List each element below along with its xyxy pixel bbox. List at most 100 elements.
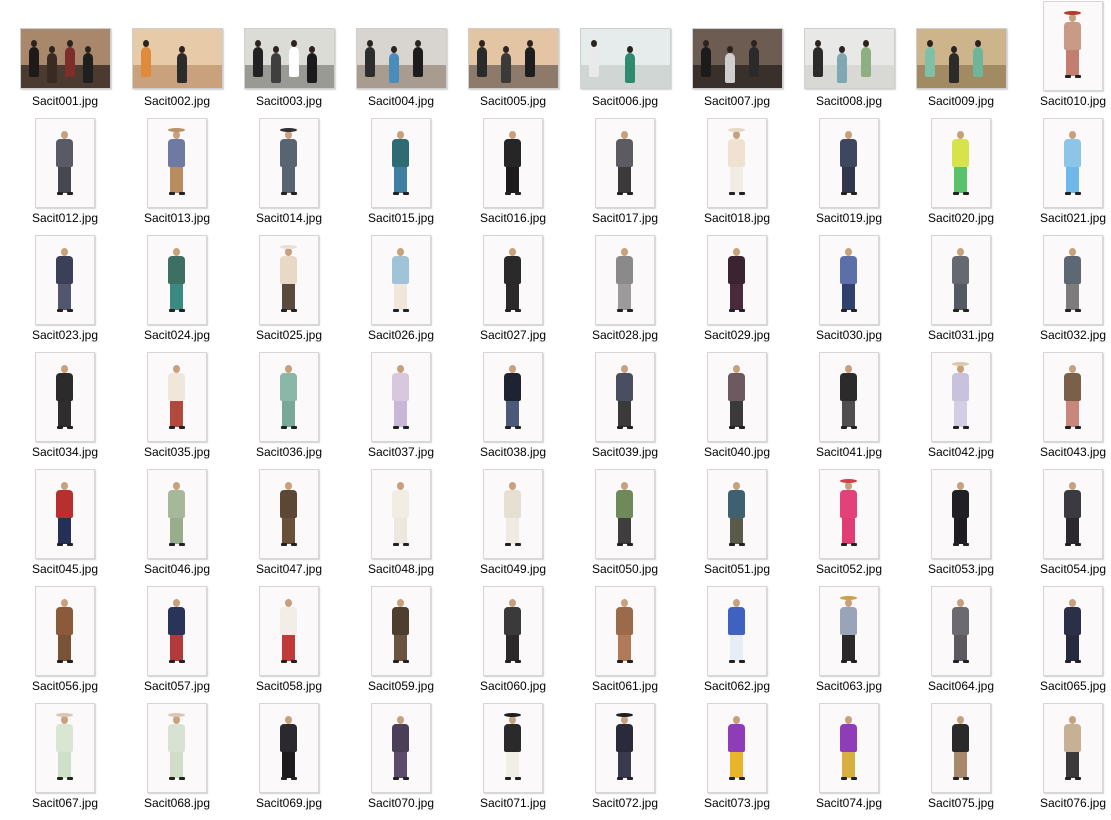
file-thumbnail[interactable] <box>121 1 233 91</box>
file-thumbnail[interactable] <box>9 1 121 91</box>
file-item[interactable]: Sacit061.jpg <box>569 586 681 703</box>
file-thumbnail[interactable] <box>681 469 793 559</box>
file-item[interactable]: Sacit028.jpg <box>569 235 681 352</box>
file-thumbnail[interactable] <box>345 118 457 208</box>
file-item[interactable]: Sacit015.jpg <box>345 118 457 235</box>
file-item[interactable]: Sacit010.jpg <box>1017 1 1111 118</box>
file-thumbnail[interactable] <box>233 703 345 793</box>
file-item[interactable]: Sacit071.jpg <box>457 703 569 820</box>
file-item[interactable]: Sacit020.jpg <box>905 118 1017 235</box>
file-item[interactable]: Sacit014.jpg <box>233 118 345 235</box>
file-item[interactable]: Sacit009.jpg <box>905 1 1017 118</box>
file-item[interactable]: Sacit042.jpg <box>905 352 1017 469</box>
file-thumbnail[interactable] <box>793 118 905 208</box>
file-thumbnail[interactable] <box>569 469 681 559</box>
file-thumbnail[interactable] <box>345 235 457 325</box>
file-item[interactable]: Sacit064.jpg <box>905 586 1017 703</box>
file-thumbnail[interactable] <box>345 703 457 793</box>
file-item[interactable]: Sacit018.jpg <box>681 118 793 235</box>
file-item[interactable]: Sacit027.jpg <box>457 235 569 352</box>
file-item[interactable]: Sacit040.jpg <box>681 352 793 469</box>
file-item[interactable]: Sacit037.jpg <box>345 352 457 469</box>
file-item[interactable]: Sacit023.jpg <box>9 235 121 352</box>
file-item[interactable]: Sacit012.jpg <box>9 118 121 235</box>
file-item[interactable]: Sacit017.jpg <box>569 118 681 235</box>
file-item[interactable]: Sacit008.jpg <box>793 1 905 118</box>
file-thumbnail[interactable] <box>121 118 233 208</box>
file-thumbnail[interactable] <box>905 352 1017 442</box>
file-item[interactable]: Sacit075.jpg <box>905 703 1017 820</box>
file-thumbnail[interactable] <box>345 586 457 676</box>
file-item[interactable]: Sacit050.jpg <box>569 469 681 586</box>
file-item[interactable]: Sacit068.jpg <box>121 703 233 820</box>
file-item[interactable]: Sacit031.jpg <box>905 235 1017 352</box>
file-thumbnail[interactable] <box>569 235 681 325</box>
file-item[interactable]: Sacit041.jpg <box>793 352 905 469</box>
file-thumbnail[interactable] <box>457 118 569 208</box>
file-item[interactable]: Sacit038.jpg <box>457 352 569 469</box>
file-item[interactable]: Sacit052.jpg <box>793 469 905 586</box>
file-thumbnail[interactable] <box>233 118 345 208</box>
file-item[interactable]: Sacit024.jpg <box>121 235 233 352</box>
file-thumbnail[interactable] <box>1017 235 1111 325</box>
file-thumbnail[interactable] <box>233 1 345 91</box>
file-item[interactable]: Sacit007.jpg <box>681 1 793 118</box>
file-thumbnail[interactable] <box>793 1 905 91</box>
file-thumbnail[interactable] <box>9 352 121 442</box>
file-item[interactable]: Sacit032.jpg <box>1017 235 1111 352</box>
file-item[interactable]: Sacit076.jpg <box>1017 703 1111 820</box>
file-item[interactable]: Sacit013.jpg <box>121 118 233 235</box>
file-item[interactable]: Sacit070.jpg <box>345 703 457 820</box>
file-thumbnail[interactable] <box>905 703 1017 793</box>
file-thumbnail[interactable] <box>793 235 905 325</box>
file-thumbnail[interactable] <box>681 352 793 442</box>
file-thumbnail[interactable] <box>569 1 681 91</box>
file-thumbnail[interactable] <box>1017 703 1111 793</box>
file-thumbnail[interactable] <box>681 235 793 325</box>
file-thumbnail[interactable] <box>681 703 793 793</box>
file-item[interactable]: Sacit053.jpg <box>905 469 1017 586</box>
file-item[interactable]: Sacit046.jpg <box>121 469 233 586</box>
file-thumbnail[interactable] <box>457 352 569 442</box>
file-thumbnail[interactable] <box>1017 469 1111 559</box>
file-item[interactable]: Sacit073.jpg <box>681 703 793 820</box>
file-thumbnail[interactable] <box>1017 352 1111 442</box>
file-thumbnail[interactable] <box>9 586 121 676</box>
file-thumbnail[interactable] <box>345 1 457 91</box>
file-thumbnail[interactable] <box>681 118 793 208</box>
file-item[interactable]: Sacit025.jpg <box>233 235 345 352</box>
file-item[interactable]: Sacit049.jpg <box>457 469 569 586</box>
file-item[interactable]: Sacit056.jpg <box>9 586 121 703</box>
file-thumbnail[interactable] <box>905 235 1017 325</box>
file-thumbnail[interactable] <box>793 586 905 676</box>
file-item[interactable]: Sacit039.jpg <box>569 352 681 469</box>
file-thumbnail[interactable] <box>121 352 233 442</box>
file-item[interactable]: Sacit036.jpg <box>233 352 345 469</box>
file-item[interactable]: Sacit058.jpg <box>233 586 345 703</box>
file-thumbnail[interactable] <box>457 703 569 793</box>
file-thumbnail[interactable] <box>233 586 345 676</box>
file-item[interactable]: Sacit051.jpg <box>681 469 793 586</box>
file-thumbnail[interactable] <box>233 469 345 559</box>
file-item[interactable]: Sacit005.jpg <box>457 1 569 118</box>
file-item[interactable]: Sacit004.jpg <box>345 1 457 118</box>
file-thumbnail[interactable] <box>9 469 121 559</box>
file-item[interactable]: Sacit067.jpg <box>9 703 121 820</box>
file-item[interactable]: Sacit030.jpg <box>793 235 905 352</box>
file-item[interactable]: Sacit059.jpg <box>345 586 457 703</box>
file-item[interactable]: Sacit065.jpg <box>1017 586 1111 703</box>
file-item[interactable]: Sacit006.jpg <box>569 1 681 118</box>
file-thumbnail[interactable] <box>457 1 569 91</box>
file-item[interactable]: Sacit072.jpg <box>569 703 681 820</box>
file-thumbnail[interactable] <box>793 352 905 442</box>
file-thumbnail[interactable] <box>793 469 905 559</box>
file-thumbnail[interactable] <box>793 703 905 793</box>
file-thumbnail[interactable] <box>569 586 681 676</box>
file-item[interactable]: Sacit029.jpg <box>681 235 793 352</box>
file-item[interactable]: Sacit060.jpg <box>457 586 569 703</box>
file-item[interactable]: Sacit054.jpg <box>1017 469 1111 586</box>
file-thumbnail[interactable] <box>9 235 121 325</box>
file-item[interactable]: Sacit021.jpg <box>1017 118 1111 235</box>
file-thumbnail[interactable] <box>569 352 681 442</box>
file-thumbnail[interactable] <box>345 352 457 442</box>
